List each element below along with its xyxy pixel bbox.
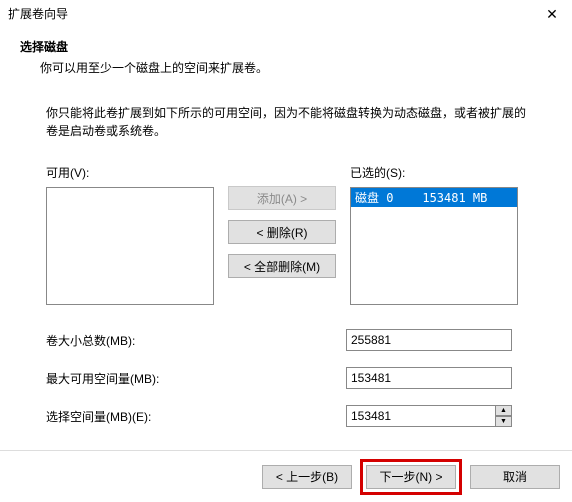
close-icon: ✕ xyxy=(546,6,558,23)
content-area: 选择磁盘 你可以用至少一个磁盘上的空间来扩展卷。 你只能将此卷扩展到如下所示的可… xyxy=(0,28,572,427)
max-space-row: 最大可用空间量(MB): xyxy=(46,367,526,389)
next-button[interactable]: 下一步(N) > xyxy=(366,465,456,489)
inner-content: 你只能将此卷扩展到如下所示的可用空间，因为不能将磁盘转换为动态磁盘，或者被扩展的… xyxy=(20,104,552,427)
max-space-field xyxy=(346,367,512,389)
cancel-button[interactable]: 取消 xyxy=(470,465,560,489)
total-size-field xyxy=(346,329,512,351)
total-size-label: 卷大小总数(MB): xyxy=(46,332,346,349)
description-text: 你只能将此卷扩展到如下所示的可用空间，因为不能将磁盘转换为动态磁盘，或者被扩展的… xyxy=(46,104,526,140)
select-space-label: 选择空间量(MB)(E): xyxy=(46,408,346,425)
selected-label: 已选的(S): xyxy=(350,164,518,181)
chevron-down-icon: ▼ xyxy=(500,418,507,426)
select-space-spinner: ▲ ▼ xyxy=(346,405,512,427)
page-heading: 选择磁盘 xyxy=(20,38,552,55)
total-size-row: 卷大小总数(MB): xyxy=(46,329,526,351)
available-listbox[interactable] xyxy=(46,187,214,305)
spin-up-button[interactable]: ▲ xyxy=(495,405,512,416)
transfer-buttons: 添加(A) > < 删除(R) < 全部删除(M) xyxy=(222,164,342,305)
select-space-row: 选择空间量(MB)(E): ▲ ▼ xyxy=(46,405,526,427)
close-button[interactable]: ✕ xyxy=(532,0,572,28)
chevron-up-icon: ▲ xyxy=(500,407,507,415)
remove-button[interactable]: < 删除(R) xyxy=(228,220,336,244)
spin-down-button[interactable]: ▼ xyxy=(495,416,512,427)
highlight-box: 下一步(N) > xyxy=(360,459,462,495)
max-space-label: 最大可用空间量(MB): xyxy=(46,370,346,387)
select-space-field[interactable] xyxy=(346,405,512,427)
window-title: 扩展卷向导 xyxy=(8,0,68,28)
disk-selection-area: 可用(V): 添加(A) > < 删除(R) < 全部删除(M) 已选的(S):… xyxy=(46,164,526,305)
titlebar: 扩展卷向导 ✕ xyxy=(0,0,572,28)
page-subheading: 你可以用至少一个磁盘上的空间来扩展卷。 xyxy=(40,59,552,76)
spin-buttons: ▲ ▼ xyxy=(495,405,512,427)
remove-all-button[interactable]: < 全部删除(M) xyxy=(228,254,336,278)
available-column: 可用(V): xyxy=(46,164,214,305)
selected-listbox[interactable]: 磁盘 0 153481 MB xyxy=(350,187,518,305)
available-label: 可用(V): xyxy=(46,164,214,181)
selected-column: 已选的(S): 磁盘 0 153481 MB xyxy=(350,164,518,305)
back-button[interactable]: < 上一步(B) xyxy=(262,465,352,489)
add-button[interactable]: 添加(A) > xyxy=(228,186,336,210)
list-item[interactable]: 磁盘 0 153481 MB xyxy=(351,188,517,207)
wizard-footer: < 上一步(B) 下一步(N) > 取消 xyxy=(0,450,572,502)
